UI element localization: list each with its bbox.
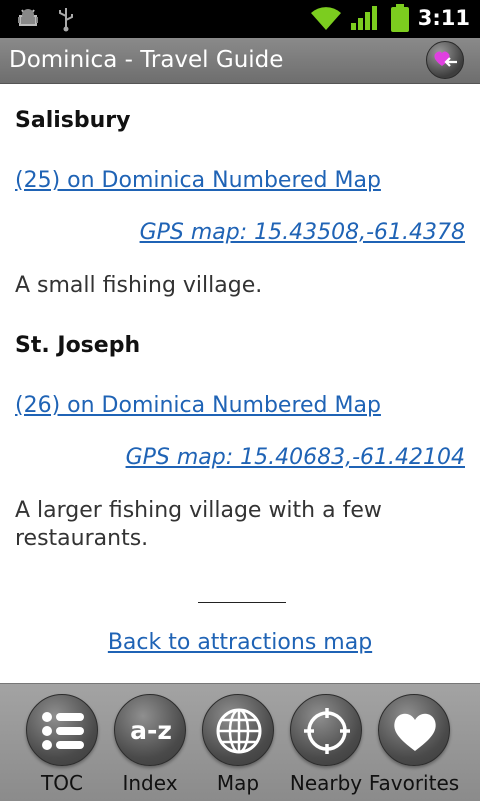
- signal-icon: [350, 5, 378, 35]
- nearby-button-circle: [290, 694, 362, 766]
- map-button[interactable]: Map: [194, 694, 282, 795]
- a-z-icon: a-z: [130, 716, 172, 745]
- heart-icon: [394, 713, 436, 751]
- nearby-label: Nearby: [289, 771, 363, 795]
- numbered-map-link[interactable]: (26) on Dominica Numbered Map: [15, 393, 381, 418]
- globe-icon: [216, 708, 262, 754]
- toc-button-circle: [26, 694, 98, 766]
- entry-description: A larger fishing village with a few rest…: [15, 498, 382, 551]
- toc-button[interactable]: TOC: [18, 694, 106, 795]
- android-debug-icon: [16, 6, 40, 34]
- toc-label: TOC: [41, 771, 83, 795]
- entry-description: A small fishing village.: [15, 273, 263, 298]
- usb-icon: [56, 6, 76, 36]
- divider: [198, 602, 286, 603]
- battery-icon: [390, 4, 410, 36]
- favorite-back-button[interactable]: [426, 41, 464, 79]
- favorites-label: Favorites: [368, 771, 460, 795]
- index-button-circle: a-z: [114, 694, 186, 766]
- favorites-button-circle: [378, 694, 450, 766]
- list-icon: [42, 712, 84, 750]
- entry-heading: St. Joseph: [15, 333, 141, 358]
- index-button[interactable]: a-z Index: [106, 694, 194, 795]
- map-label: Map: [216, 771, 260, 795]
- nearby-button[interactable]: Nearby: [282, 694, 370, 795]
- map-button-circle: [202, 694, 274, 766]
- app-title: Dominica - Travel Guide: [9, 47, 284, 73]
- gps-map-link[interactable]: GPS map: 15.43508,-61.4378: [140, 220, 465, 245]
- clock: 3:11: [417, 6, 470, 30]
- index-label: Index: [122, 771, 178, 795]
- bottom-toolbar: TOC a-z Index Map Nearby Favorites: [0, 683, 480, 801]
- wifi-icon: [309, 4, 343, 36]
- app-bar: Dominica - Travel Guide: [0, 38, 480, 84]
- gps-map-link[interactable]: GPS map: 15.40683,-61.42104: [126, 445, 465, 470]
- status-bar: 3:11: [0, 0, 480, 38]
- svg-text:a-z: a-z: [130, 716, 172, 745]
- crosshair-icon: [304, 708, 350, 754]
- numbered-map-link[interactable]: (25) on Dominica Numbered Map: [15, 168, 381, 193]
- back-to-attractions-link[interactable]: Back to attractions map: [15, 630, 465, 655]
- favorites-button[interactable]: Favorites: [369, 694, 459, 795]
- entry-heading: Salisbury: [15, 108, 131, 133]
- heart-back-icon: [434, 51, 457, 67]
